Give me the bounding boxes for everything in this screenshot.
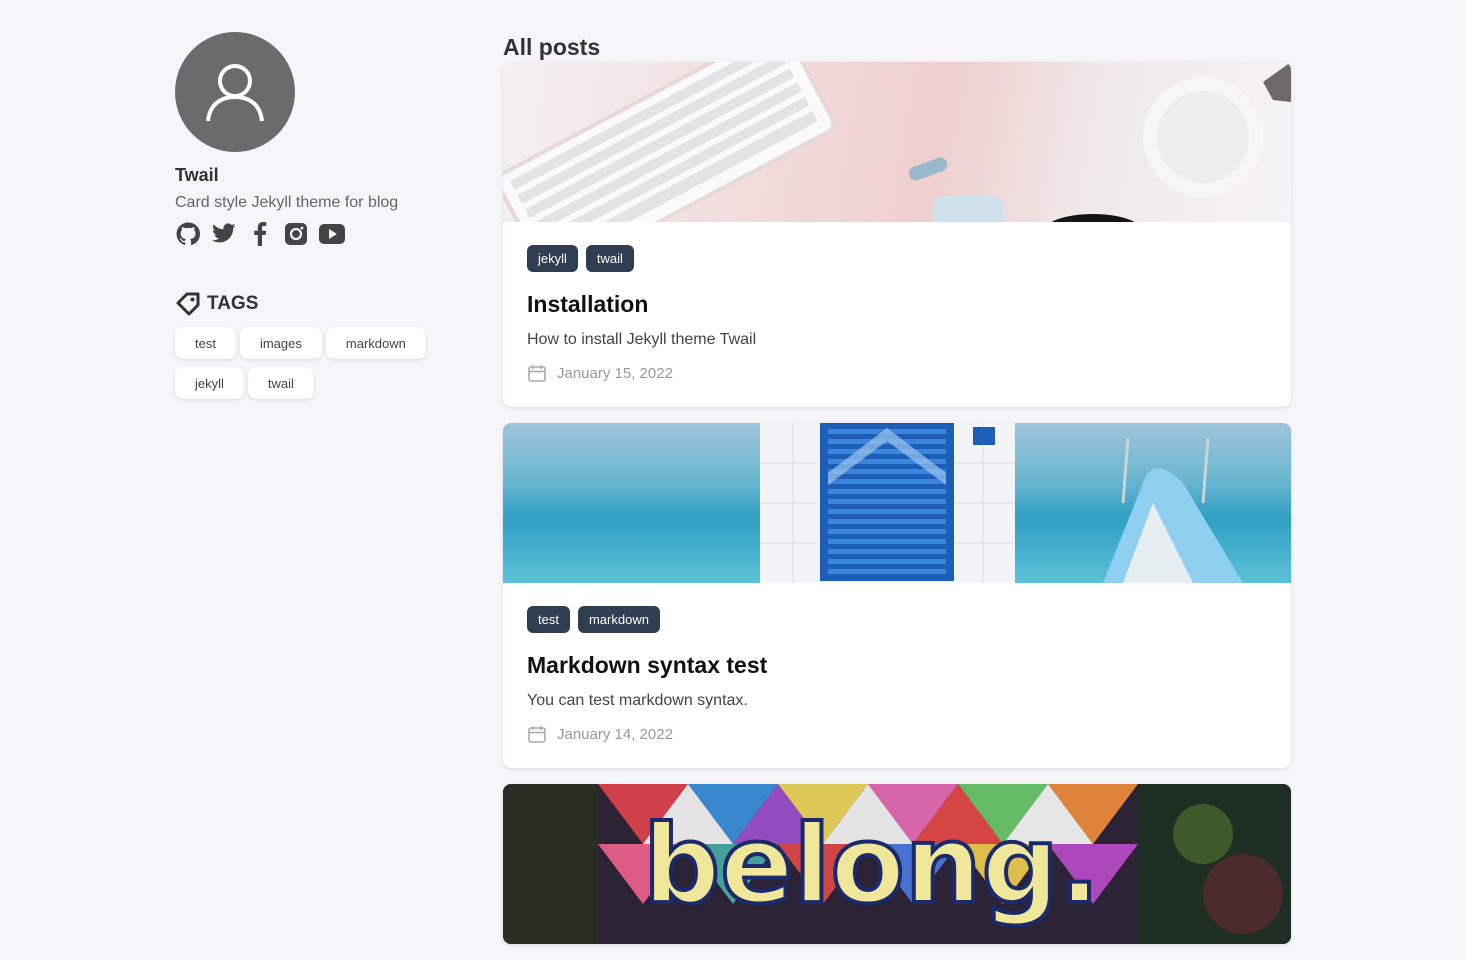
profile-sidebar: Twail Card style Jekyll theme for blog T…: [175, 32, 445, 399]
post-card[interactable]: test markdown Markdown syntax test You c…: [503, 423, 1291, 768]
post-cover-image: [503, 62, 1291, 222]
post-excerpt: How to install Jekyll theme Twail: [527, 331, 757, 348]
site-name: Twail: [175, 165, 219, 185]
post-title[interactable]: Installation: [527, 291, 1267, 318]
tag-markdown[interactable]: markdown: [325, 327, 426, 359]
tag-jekyll[interactable]: jekyll: [175, 367, 244, 399]
post-cover-text: belong.: [643, 803, 1100, 928]
calendar-icon: [528, 365, 546, 382]
posts-column: All posts jekyll twail Installation How …: [503, 32, 1291, 960]
tag-cloud: test images markdown jekyll twail: [175, 327, 445, 399]
post-date: January 14, 2022: [527, 724, 1267, 744]
post-tag[interactable]: test: [527, 606, 570, 633]
github-icon[interactable]: [175, 221, 201, 247]
tag-icon: [176, 292, 200, 316]
post-tags: test markdown: [527, 606, 1267, 633]
twitter-icon[interactable]: [211, 221, 237, 247]
post-title[interactable]: Markdown syntax test: [527, 652, 1267, 679]
calendar-icon: [528, 726, 546, 743]
post-date: January 15, 2022: [527, 363, 1267, 383]
post-date-text: January 14, 2022: [557, 725, 673, 743]
tags-heading: TAGS: [175, 291, 445, 317]
facebook-icon[interactable]: [247, 221, 273, 247]
post-tag[interactable]: markdown: [577, 606, 660, 633]
youtube-icon[interactable]: [319, 221, 345, 247]
post-date-text: January 15, 2022: [557, 364, 673, 382]
instagram-icon[interactable]: [283, 221, 309, 247]
social-links: [175, 221, 445, 247]
post-tag[interactable]: twail: [585, 245, 634, 272]
site-description: Card style Jekyll theme for blog: [175, 194, 399, 211]
post-card[interactable]: belong.: [503, 784, 1291, 944]
post-tags: jekyll twail: [527, 245, 1267, 272]
avatar[interactable]: [175, 32, 295, 152]
tag-images[interactable]: images: [239, 327, 322, 359]
post-excerpt: You can test markdown syntax.: [527, 692, 748, 709]
tags-title: TAGS: [207, 293, 259, 314]
post-tag[interactable]: jekyll: [527, 245, 578, 272]
post-cover-image: [503, 423, 1291, 583]
post-card[interactable]: jekyll twail Installation How to install…: [503, 62, 1291, 407]
tag-test[interactable]: test: [175, 327, 236, 359]
post-cover-image: belong.: [503, 784, 1291, 944]
page-title: All posts: [503, 34, 601, 60]
user-icon: [206, 64, 264, 122]
tag-twail[interactable]: twail: [247, 367, 314, 399]
